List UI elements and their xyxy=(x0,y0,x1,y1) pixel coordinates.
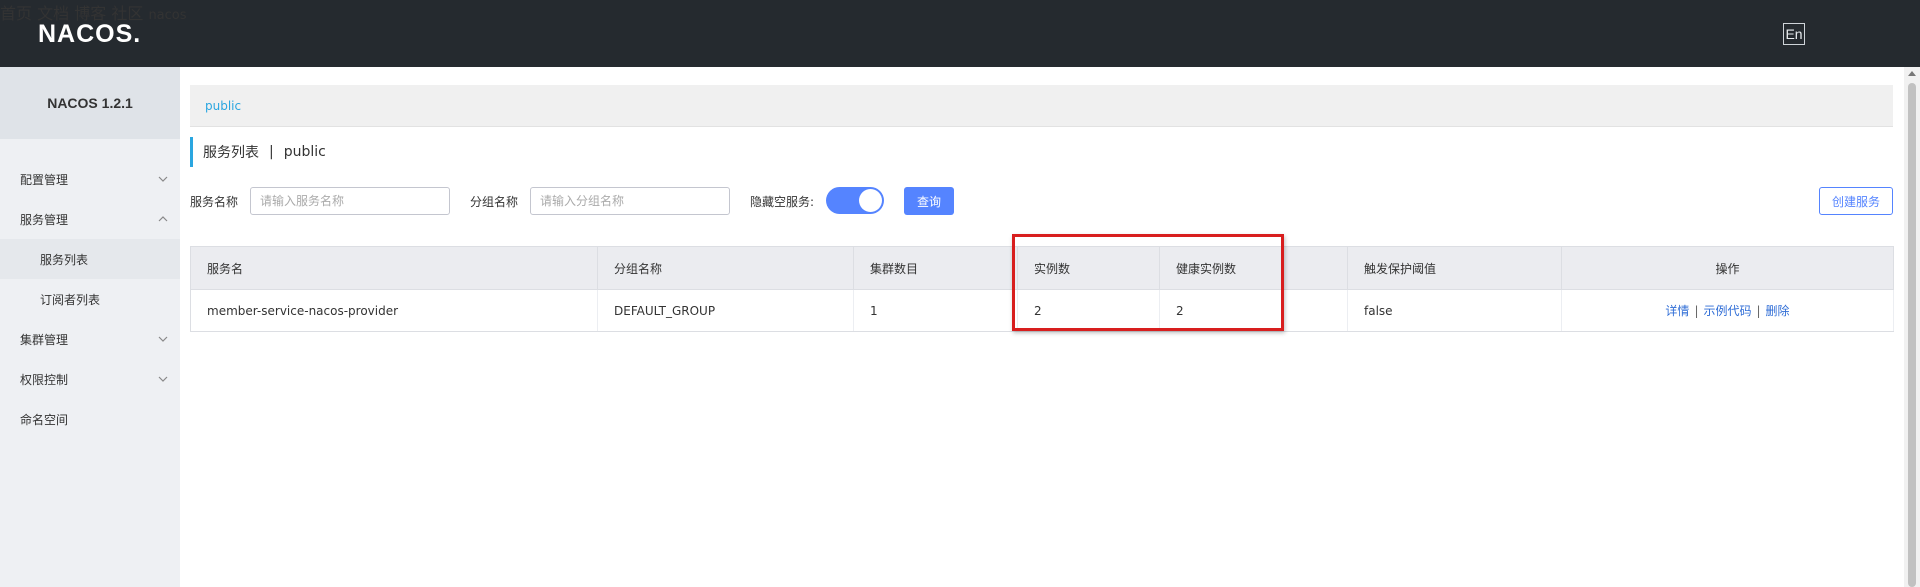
cell-group-name: DEFAULT_GROUP xyxy=(597,289,854,332)
cell-operations: 详情 | 示例代码 | 删除 xyxy=(1561,289,1894,332)
sidebar-item-config-management[interactable]: 配置管理 xyxy=(0,159,180,199)
sidebar-item-label: 服务管理 xyxy=(20,212,69,227)
chevron-down-icon xyxy=(158,336,168,342)
page-scrollbar[interactable] xyxy=(1904,67,1920,587)
sidebar-item-service-management[interactable]: 服务管理 xyxy=(0,199,180,239)
scrollbar-thumb[interactable] xyxy=(1908,83,1916,587)
column-header-operations: 操作 xyxy=(1561,246,1894,290)
nacos-logo[interactable]: NACOS. xyxy=(38,20,141,49)
hide-empty-services-label: 隐藏空服务: xyxy=(750,195,815,209)
sidebar-item-namespace[interactable]: 命名空间 xyxy=(0,399,180,439)
ops-separator: | xyxy=(1756,304,1761,318)
sidebar-item-subscriber-list[interactable]: 订阅者列表 xyxy=(0,279,180,319)
hide-empty-services-toggle[interactable] xyxy=(826,187,884,214)
chevron-down-icon xyxy=(158,176,168,182)
sidebar-item-label: 配置管理 xyxy=(20,172,69,187)
sample-code-link[interactable]: 示例代码 xyxy=(1703,304,1751,318)
group-name-input[interactable] xyxy=(530,187,730,215)
query-button[interactable]: 查询 xyxy=(904,187,954,215)
version-title: NACOS 1.2.1 xyxy=(0,67,180,139)
sidebar-item-label: 集群管理 xyxy=(20,332,69,347)
cell-cluster-count: 1 xyxy=(853,289,1018,332)
nav-home[interactable]: 首页 xyxy=(0,4,32,23)
chevron-up-icon xyxy=(158,216,168,222)
sidebar: NACOS 1.2.1 配置管理 服务管理 服务列表 订阅者列表 集群管理 权限… xyxy=(0,67,180,587)
page-title-text: 服务列表 xyxy=(203,145,259,161)
service-name-label: 服务名称 xyxy=(190,195,239,209)
cell-protect-threshold: false xyxy=(1347,289,1562,332)
top-header: NACOS. 首页 文档 博客 社区 En nacos xyxy=(0,0,1920,67)
column-header-service-name: 服务名 xyxy=(190,246,598,290)
language-switch-button[interactable]: En xyxy=(1783,23,1805,45)
sidebar-item-access-control[interactable]: 权限控制 xyxy=(0,359,180,399)
namespace-link-public[interactable]: public xyxy=(205,99,241,113)
create-service-button[interactable]: 创建服务 xyxy=(1819,187,1893,215)
delete-link[interactable]: 删除 xyxy=(1766,304,1790,318)
group-name-label: 分组名称 xyxy=(470,195,519,209)
sidebar-item-label: 订阅者列表 xyxy=(40,292,101,307)
column-header-cluster-count: 集群数目 xyxy=(853,246,1018,290)
toggle-knob xyxy=(859,189,882,212)
cell-service-name: member-service-nacos-provider xyxy=(190,289,598,332)
chevron-down-icon xyxy=(158,376,168,382)
page-title: 服务列表 | public xyxy=(190,137,326,167)
column-header-group-name: 分组名称 xyxy=(597,246,854,290)
page-title-namespace: public xyxy=(283,144,326,160)
service-name-input[interactable] xyxy=(250,187,450,215)
title-separator: | xyxy=(269,144,274,160)
namespace-bar: public xyxy=(190,85,1893,127)
scroll-up-arrow-icon[interactable] xyxy=(1908,71,1916,76)
sidebar-item-label: 权限控制 xyxy=(20,372,69,387)
sidebar-item-cluster-management[interactable]: 集群管理 xyxy=(0,319,180,359)
column-header-protect-threshold: 触发保护阈值 xyxy=(1347,246,1562,290)
sidebar-item-label: 服务列表 xyxy=(40,252,89,267)
user-menu[interactable]: nacos xyxy=(148,8,186,23)
sidebar-item-service-list[interactable]: 服务列表 xyxy=(0,239,180,279)
ops-separator: | xyxy=(1694,304,1699,318)
details-link[interactable]: 详情 xyxy=(1665,304,1689,318)
highlight-annotation-box xyxy=(1012,234,1284,331)
sidebar-item-label: 命名空间 xyxy=(20,412,69,427)
